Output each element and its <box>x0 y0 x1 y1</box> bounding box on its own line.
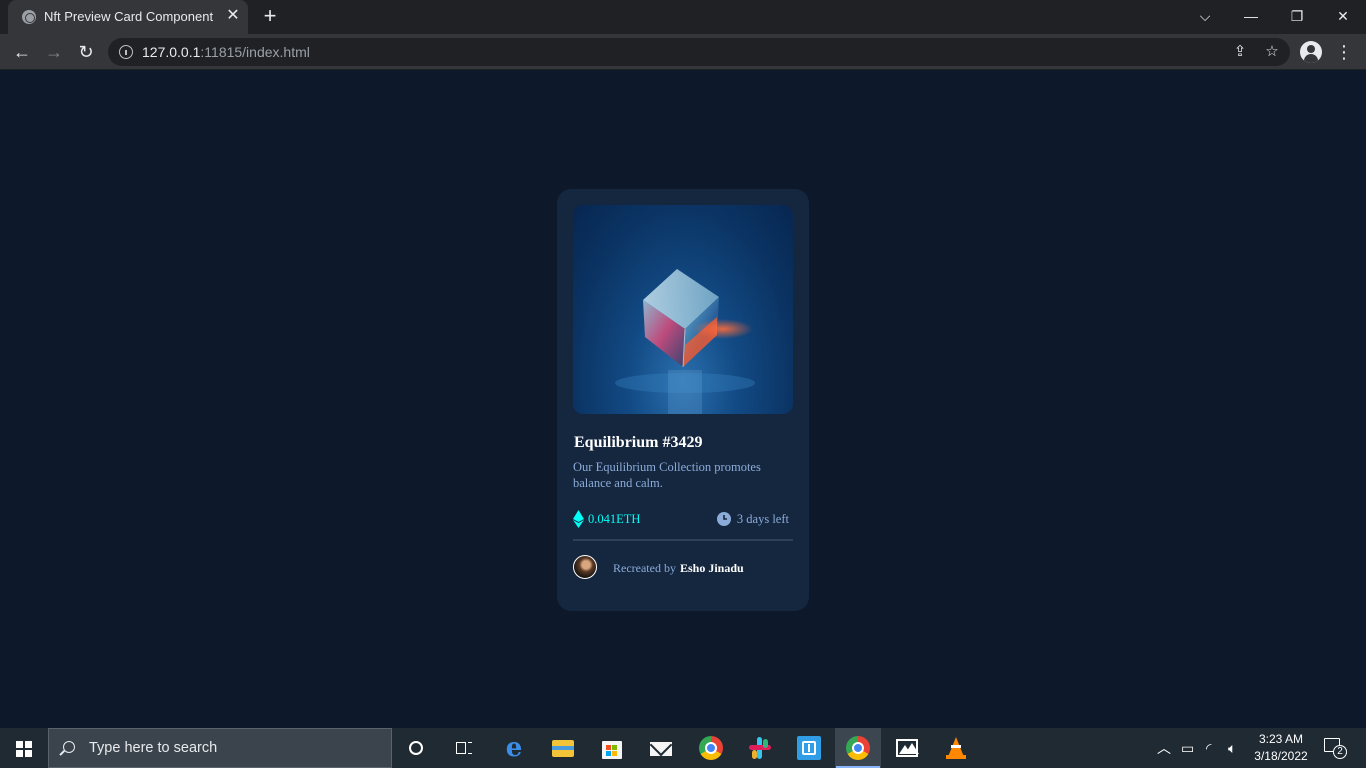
windows-start-button[interactable] <box>0 728 48 768</box>
url-text[interactable]: 127.0.0.1:11815/index.html <box>142 44 310 60</box>
search-icon <box>63 741 75 753</box>
browser-toolbar: ← → ↻ 127.0.0.1:11815/index.html ⇪ ☆ ⋮ <box>0 34 1366 70</box>
battery-icon[interactable]: ▭ <box>1181 740 1194 756</box>
show-hidden-icons-chevron[interactable]: ︿ <box>1157 740 1171 756</box>
address-bar[interactable]: 127.0.0.1:11815/index.html ⇪ ☆ <box>108 38 1290 66</box>
back-button[interactable]: ← <box>8 38 36 66</box>
chrome-icon[interactable] <box>697 734 725 762</box>
wifi-icon[interactable]: ◜ <box>1206 740 1211 756</box>
browser-menu-icon[interactable]: ⋮ <box>1334 38 1354 66</box>
nft-image[interactable] <box>573 205 793 414</box>
tab-title: Nft Preview Card Component <box>44 9 214 24</box>
restore-button[interactable]: ❐ <box>1274 0 1320 34</box>
page-viewport: Equilibrium #3429 Our Equilibrium Collec… <box>0 71 1366 728</box>
mail-icon[interactable] <box>647 733 675 762</box>
new-tab-button[interactable]: + <box>258 5 282 29</box>
equilibrium-cube-image <box>615 269 755 414</box>
time-group: 3 days left <box>716 510 789 528</box>
creator-name-link[interactable]: Esho Jinadu <box>680 561 744 575</box>
creator-avatar <box>573 555 597 579</box>
tab-search-chevron-icon[interactable]: ⌵ <box>1182 0 1228 34</box>
close-window-button[interactable]: ✕ <box>1320 0 1366 34</box>
clock-date[interactable]: 3/18/2022 <box>1250 749 1312 763</box>
taskbar-search-box[interactable]: Type here to search <box>48 728 392 768</box>
creator-prefix: Recreated by <box>613 561 676 575</box>
nft-card: Equilibrium #3429 Our Equilibrium Collec… <box>557 189 809 611</box>
tab-close-icon[interactable]: ✕ <box>224 7 242 25</box>
browser-tabbar: Nft Preview Card Component ✕ + ⌵ — ❐ ✕ <box>0 0 1366 34</box>
file-explorer-icon[interactable] <box>549 734 577 762</box>
browser-tab[interactable]: Nft Preview Card Component ✕ <box>8 0 248 34</box>
slack-icon[interactable] <box>746 734 774 762</box>
share-icon[interactable]: ⇪ <box>1230 42 1250 62</box>
nft-description: Our Equilibrium Collection promotes bala… <box>573 460 761 490</box>
bookmark-star-icon[interactable]: ☆ <box>1262 42 1282 62</box>
volume-icon[interactable]: 🔈︎ <box>1228 740 1236 756</box>
action-center-icon[interactable]: 2 <box>1324 738 1347 759</box>
edge-icon[interactable]: e <box>500 734 528 762</box>
card-divider <box>573 539 793 541</box>
price-group: 0.041ETH <box>573 510 640 528</box>
remote-desktop-icon[interactable] <box>795 734 823 762</box>
task-view-icon[interactable] <box>450 734 478 762</box>
url-host: 127.0.0.1 <box>142 44 201 60</box>
site-info-icon[interactable] <box>119 45 133 59</box>
vlc-icon[interactable] <box>942 734 970 762</box>
store-icon[interactable] <box>598 734 626 762</box>
forward-button[interactable]: → <box>40 38 68 66</box>
windows-taskbar: Type here to search e ︿ ▭ ◜ 🔈︎ 3:23 AM 3… <box>0 728 1366 768</box>
clock-time[interactable]: 3:23 AM <box>1254 732 1308 746</box>
cortana-icon[interactable] <box>402 734 430 762</box>
url-path: :11815/index.html <box>200 44 310 60</box>
ethereum-icon <box>573 510 584 528</box>
reload-button[interactable]: ↻ <box>72 38 100 66</box>
profile-avatar-icon[interactable] <box>1300 41 1322 63</box>
minimize-button[interactable]: — <box>1228 0 1274 34</box>
time-left: 3 days left <box>736 511 789 526</box>
photos-icon[interactable] <box>893 734 921 762</box>
clock-icon <box>716 512 731 526</box>
creator-attribution: Recreated by Esho Jinadu <box>613 561 744 576</box>
chrome-active-icon[interactable] <box>844 734 872 762</box>
globe-icon <box>22 10 36 24</box>
search-placeholder: Type here to search <box>89 740 218 756</box>
price-value: 0.041ETH <box>588 511 641 526</box>
notification-count: 2 <box>1333 745 1347 759</box>
nft-title[interactable]: Equilibrium #3429 <box>574 434 702 452</box>
